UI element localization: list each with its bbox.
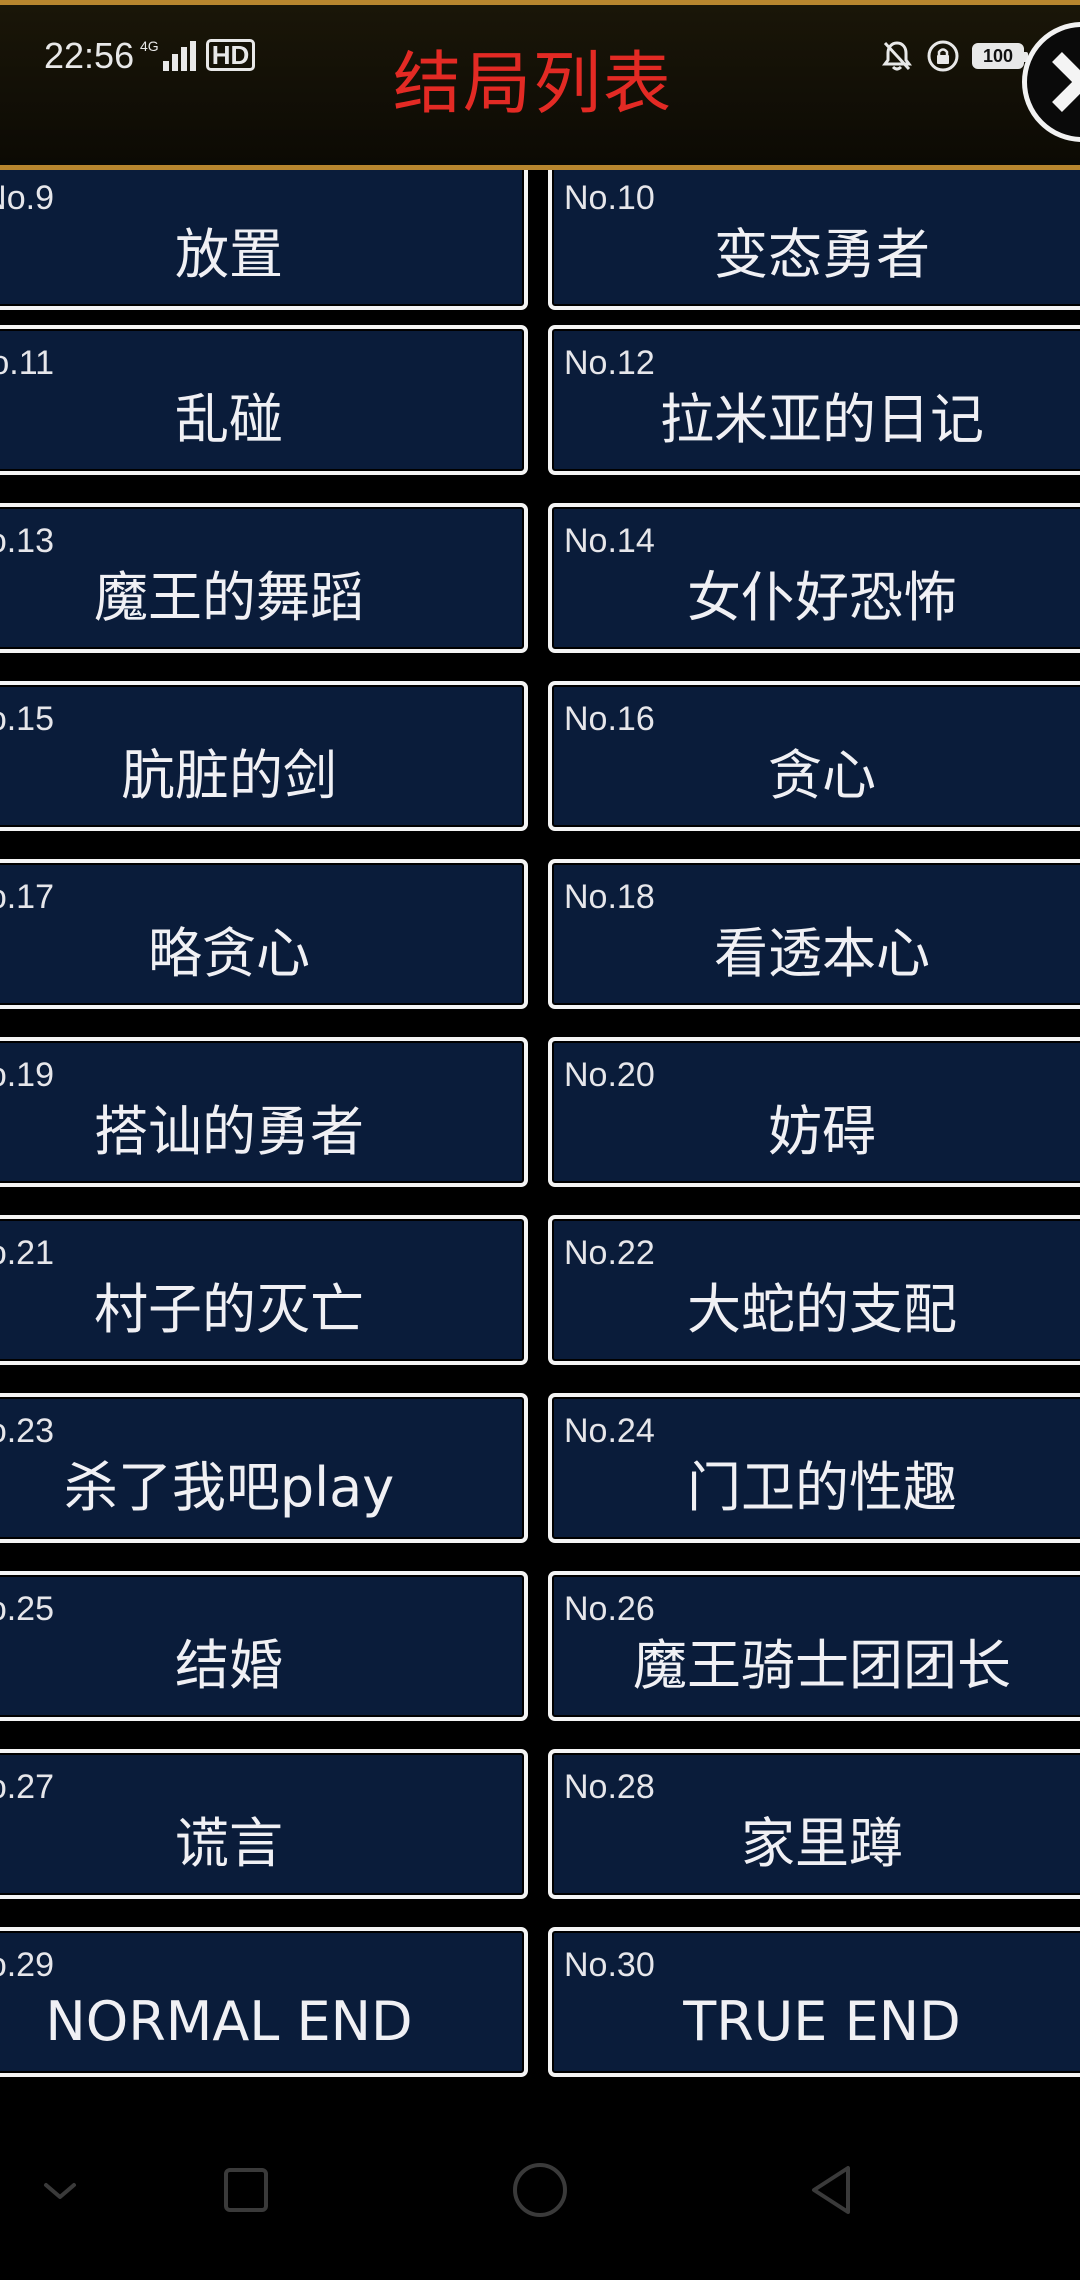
battery-icon: 100 <box>972 43 1028 69</box>
ending-title: TRUE END <box>683 1990 961 2053</box>
chevron-down-icon <box>44 2183 76 2199</box>
ending-number: No.27 <box>0 1768 54 1806</box>
ending-title: 大蛇的支配 <box>687 1278 957 1341</box>
rotation-lock-icon <box>927 40 959 72</box>
bell-off-icon <box>882 41 912 71</box>
ending-number: No.13 <box>0 522 54 560</box>
nav-back-button[interactable] <box>772 2100 892 2280</box>
circle-icon <box>513 2163 567 2217</box>
ending-title: 魔王的舞蹈 <box>94 566 364 629</box>
ending-title: 结婚 <box>175 1634 283 1697</box>
ending-number: No.9 <box>0 179 54 217</box>
ending-card[interactable]: No.22 大蛇的支配 <box>548 1215 1080 1365</box>
ending-number: No.23 <box>0 1412 54 1450</box>
ending-card[interactable]: No.29 NORMAL END <box>0 1927 528 2077</box>
ending-number: No.11 <box>0 344 54 382</box>
ending-title: 女仆好恐怖 <box>687 566 957 629</box>
close-icon <box>1052 52 1080 112</box>
ending-number: No.22 <box>564 1234 655 1272</box>
ending-number: No.25 <box>0 1590 54 1628</box>
ending-title: 魔王骑士团团长 <box>633 1634 1011 1697</box>
square-icon <box>224 2168 268 2212</box>
ending-card[interactable]: No.12 拉米亚的日记 <box>548 325 1080 475</box>
ending-title: 乱碰 <box>175 388 283 451</box>
ending-card[interactable]: No.28 家里蹲 <box>548 1749 1080 1899</box>
ending-title: 家里蹲 <box>741 1812 903 1875</box>
ending-title: 变态勇者 <box>714 223 930 286</box>
ending-title: 放置 <box>175 223 283 286</box>
ending-title: 谎言 <box>175 1812 283 1875</box>
ending-title: NORMAL END <box>45 1990 413 2053</box>
ending-card[interactable]: No.27 谎言 <box>0 1749 528 1899</box>
ending-title: 略贪心 <box>148 922 310 985</box>
ending-number: No.24 <box>564 1412 655 1450</box>
triangle-back-icon <box>812 2166 850 2214</box>
nav-recents-button[interactable] <box>186 2100 306 2280</box>
ending-title: 肮脏的剑 <box>121 744 337 807</box>
header-bar: 22:56 4G HD 结局列表 100 <box>0 0 1080 170</box>
ending-card[interactable]: No.17 略贪心 <box>0 859 528 1009</box>
ending-card[interactable]: No.9 放置 <box>0 160 528 310</box>
ending-title: 看透本心 <box>714 922 930 985</box>
ending-title: 村子的灭亡 <box>94 1278 364 1341</box>
ending-number: No.26 <box>564 1590 655 1628</box>
ending-number: No.17 <box>0 878 54 916</box>
ending-card[interactable]: No.25 结婚 <box>0 1571 528 1721</box>
ending-number: No.15 <box>0 700 54 738</box>
ending-title: 门卫的性趣 <box>687 1456 957 1519</box>
ending-number: No.12 <box>564 344 655 382</box>
ending-title: 拉米亚的日记 <box>660 388 984 451</box>
ending-card[interactable]: No.21 村子的灭亡 <box>0 1215 528 1365</box>
endings-grid: No.9 放置 No.10 变态勇者 No.11 乱碰 No.12 拉米亚的日记… <box>0 0 1080 2280</box>
ending-number: No.10 <box>564 179 655 217</box>
ending-number: No.18 <box>564 878 655 916</box>
ending-number: No.30 <box>564 1946 655 1984</box>
ending-card[interactable]: No.26 魔王骑士团团长 <box>548 1571 1080 1721</box>
ending-number: No.28 <box>564 1768 655 1806</box>
ending-number: No.20 <box>564 1056 655 1094</box>
ending-card[interactable]: No.18 看透本心 <box>548 859 1080 1009</box>
nav-collapse-button[interactable] <box>0 2100 120 2280</box>
ending-card[interactable]: No.23 杀了我吧play <box>0 1393 528 1543</box>
endings-list-screen: No.9 放置 No.10 变态勇者 No.11 乱碰 No.12 拉米亚的日记… <box>0 0 1080 2280</box>
ending-card[interactable]: No.13 魔王的舞蹈 <box>0 503 528 653</box>
system-nav-bar <box>0 2100 1080 2280</box>
ending-card[interactable]: No.20 妨碍 <box>548 1037 1080 1187</box>
battery-level: 100 <box>982 46 1014 66</box>
ending-card[interactable]: No.14 女仆好恐怖 <box>548 503 1080 653</box>
ending-card[interactable]: No.19 搭讪的勇者 <box>0 1037 528 1187</box>
status-icons: 100 <box>880 39 1028 73</box>
ending-card[interactable]: No.24 门卫的性趣 <box>548 1393 1080 1543</box>
ending-number: No.29 <box>0 1946 54 1984</box>
ending-card[interactable]: No.16 贪心 <box>548 681 1080 831</box>
ending-card[interactable]: No.11 乱碰 <box>0 325 528 475</box>
ending-title: 贪心 <box>768 744 876 807</box>
ending-number: No.21 <box>0 1234 54 1272</box>
ending-card[interactable]: No.30 TRUE END <box>548 1927 1080 2077</box>
ending-number: No.14 <box>564 522 655 560</box>
ending-card[interactable]: No.10 变态勇者 <box>548 160 1080 310</box>
ending-number: No.19 <box>0 1056 54 1094</box>
ending-number: No.16 <box>564 700 655 738</box>
ending-title: 搭讪的勇者 <box>94 1100 364 1163</box>
nav-home-button[interactable] <box>480 2100 600 2280</box>
ending-title: 杀了我吧play <box>63 1456 395 1519</box>
ending-title: 妨碍 <box>768 1100 876 1163</box>
ending-card[interactable]: No.15 肮脏的剑 <box>0 681 528 831</box>
